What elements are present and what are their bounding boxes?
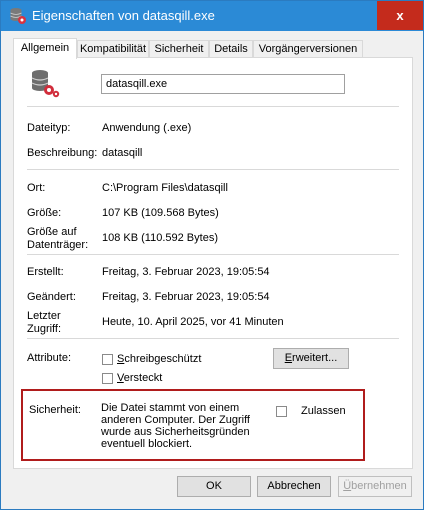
hidden-accesskey: V: [117, 372, 124, 384]
separator: [27, 254, 399, 255]
readonly-label[interactable]: Schreibgeschützt: [117, 353, 201, 366]
size-label: Größe:: [27, 207, 62, 219]
title-bar[interactable]: Eigenschaften von datasqill.exe x: [1, 1, 423, 31]
accessed-label: Letzter Zugriff:: [27, 310, 61, 336]
security-message-line4: eventuell blockiert.: [101, 438, 193, 450]
modified-value: Freitag, 3. Februar 2023, 19:05:54: [102, 291, 270, 303]
size-on-disk-label: Größe auf Datenträger:: [27, 226, 88, 252]
hidden-label[interactable]: Versteckt: [117, 372, 162, 385]
description-value: datasqill: [102, 147, 143, 159]
accessed-label-line2: Zugriff:: [27, 323, 62, 335]
security-message-line3: wurde aus Sicherheitsgründen: [101, 426, 250, 438]
window-title: Eigenschaften von datasqill.exe: [32, 8, 215, 23]
file-name-input[interactable]: [101, 74, 345, 94]
hidden-label-rest: ersteckt: [123, 372, 163, 384]
general-panel: Dateityp: Anwendung (.exe) Beschreibung:…: [13, 57, 413, 469]
tab-kompatibilitaet[interactable]: Kompatibilität: [77, 40, 149, 57]
readonly-label-rest: chreibgeschützt: [124, 353, 202, 365]
apply-label-rest: bernehmen: [351, 480, 407, 492]
separator: [27, 106, 399, 107]
size-on-disk-label-line2: Datenträger:: [27, 239, 89, 251]
created-value: Freitag, 3. Februar 2023, 19:05:54: [102, 266, 270, 278]
separator: [27, 169, 399, 170]
advanced-button[interactable]: Erweitert...: [273, 348, 349, 369]
size-value: 107 KB (109.568 Bytes): [102, 207, 219, 219]
size-on-disk-label-line1: Größe auf: [27, 226, 77, 238]
description-label: Beschreibung:: [27, 147, 98, 159]
tab-allgemein[interactable]: Allgemein: [13, 38, 77, 59]
type-label: Dateityp:: [27, 122, 71, 134]
apply-accesskey: Ü: [343, 480, 352, 492]
readonly-checkbox[interactable]: [102, 354, 113, 365]
security-message-line1: Die Datei stammt von einem: [101, 402, 240, 414]
security-message: Die Datei stammt von einem anderen Compu…: [101, 402, 261, 450]
properties-window: Eigenschaften von datasqill.exe x Allgem…: [0, 0, 424, 510]
separator: [27, 338, 399, 339]
accessed-label-line1: Letzter: [27, 310, 61, 322]
hidden-checkbox[interactable]: [102, 373, 113, 384]
size-on-disk-value: 108 KB (110.592 Bytes): [102, 232, 218, 244]
tab-sicherheit[interactable]: Sicherheit: [149, 40, 209, 57]
apply-button[interactable]: Übernehmen: [338, 476, 412, 497]
attributes-label: Attribute:: [27, 352, 72, 364]
cancel-button[interactable]: Abbrechen: [257, 476, 331, 497]
security-message-line2: anderen Computer. Der Zugriff: [101, 414, 250, 426]
accessed-value: Heute, 10. April 2025, vor 41 Minuten: [102, 316, 284, 328]
location-label: Ort:: [27, 182, 46, 194]
unblock-checkbox[interactable]: [276, 406, 287, 417]
location-value: C:\Program Files\datasqill: [102, 182, 228, 194]
tab-details[interactable]: Details: [209, 40, 253, 57]
ok-button[interactable]: OK: [177, 476, 251, 497]
close-button[interactable]: x: [377, 1, 423, 30]
database-gear-icon: [10, 8, 26, 24]
created-label: Erstellt:: [27, 266, 64, 278]
tab-vorgaengerversionen[interactable]: Vorgängerversionen: [253, 40, 363, 57]
database-gear-icon: [31, 70, 60, 98]
modified-label: Geändert:: [27, 291, 76, 303]
advanced-accesskey: E: [284, 352, 293, 364]
security-label: Sicherheit:: [29, 404, 81, 416]
type-value: Anwendung (.exe): [102, 122, 192, 134]
unblock-label[interactable]: Zulassen: [301, 405, 346, 418]
advanced-label-rest: rweitert...: [292, 352, 338, 364]
